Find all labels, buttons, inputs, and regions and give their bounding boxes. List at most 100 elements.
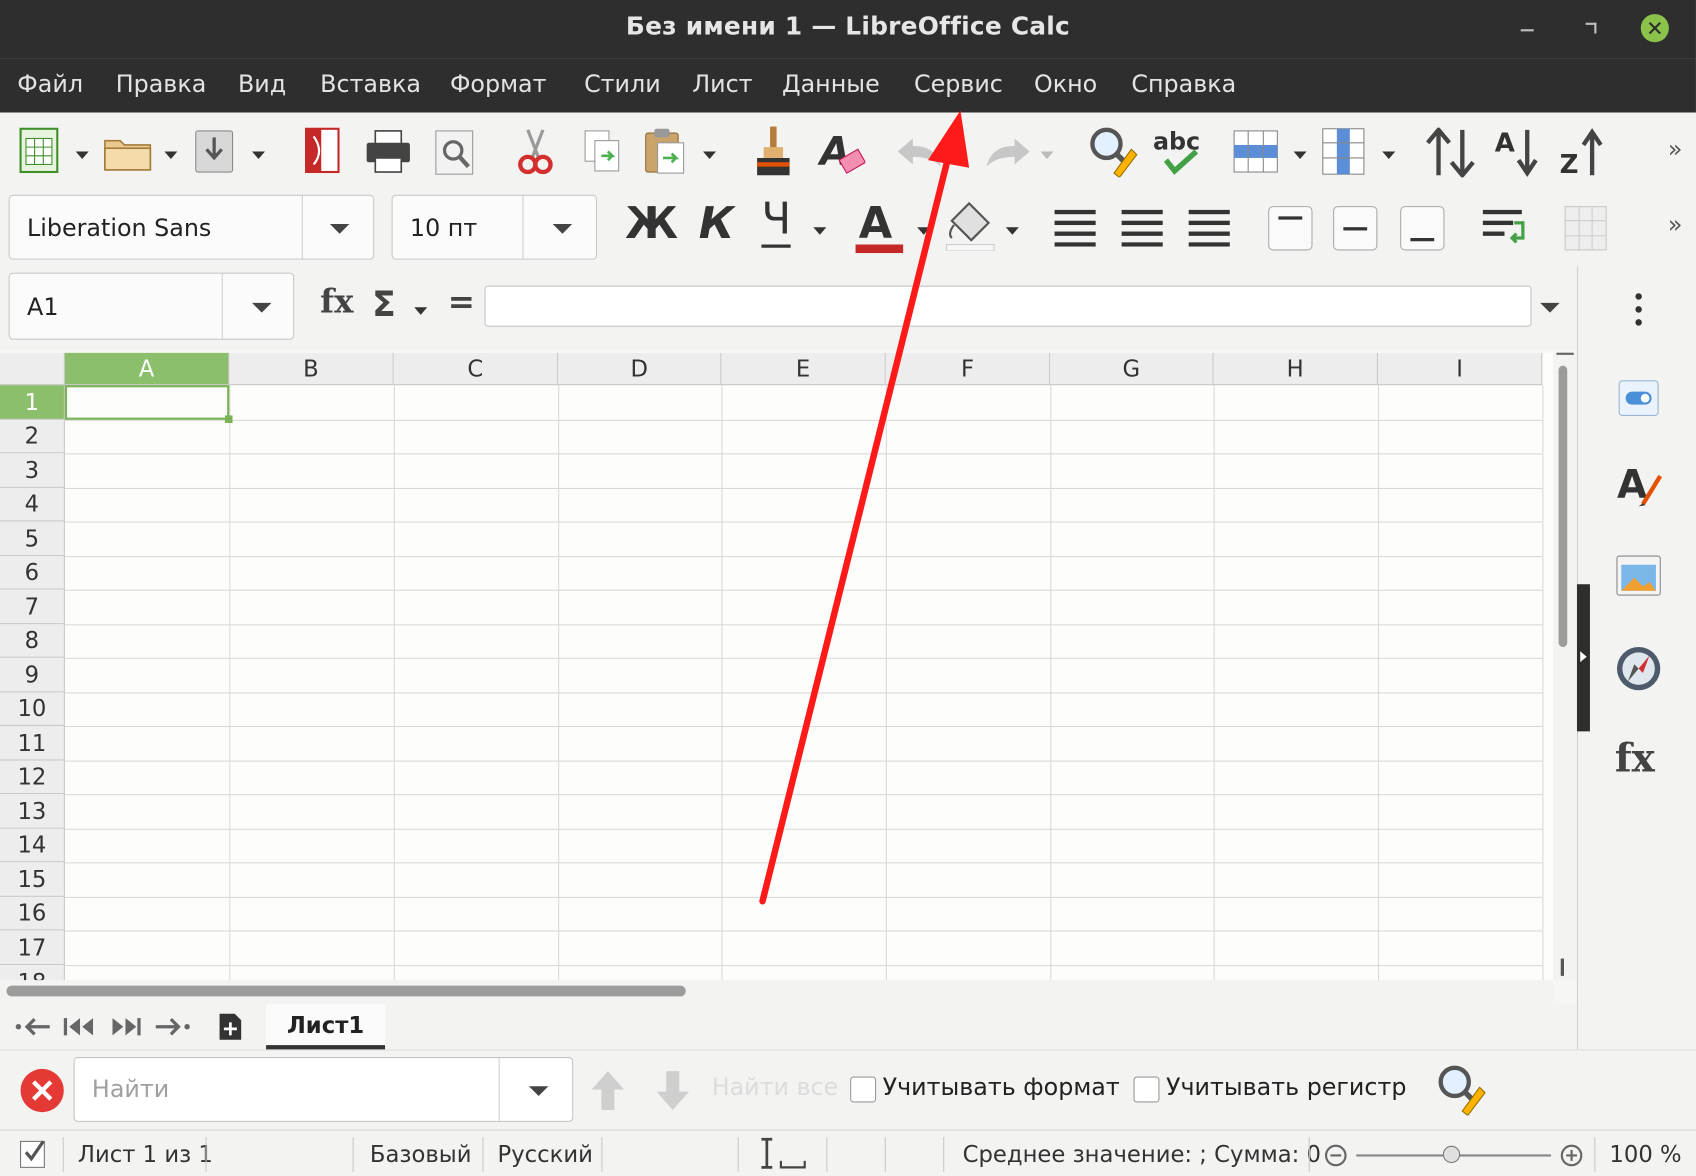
selection-summary[interactable]: Среднее значение: ; Сумма: 0 bbox=[963, 1141, 1321, 1167]
add-sheet-icon[interactable] bbox=[218, 1013, 242, 1041]
column-header-b[interactable]: B bbox=[229, 352, 394, 386]
row-header-11[interactable]: 11 bbox=[0, 725, 65, 761]
copy-icon[interactable] bbox=[584, 130, 621, 173]
clear-formatting-icon[interactable]: A bbox=[818, 130, 866, 175]
spreadsheet-grid[interactable]: A B C D E F G H I 1 2 3 4 5 6 7 8 9 10 1… bbox=[0, 352, 1554, 981]
zoom-in-icon[interactable] bbox=[1560, 1144, 1584, 1168]
row-header-4[interactable]: 4 bbox=[0, 487, 65, 522]
redo-dropdown-arrow[interactable] bbox=[1040, 151, 1054, 160]
row-header-15[interactable]: 15 bbox=[0, 862, 65, 897]
sort-icon[interactable] bbox=[1426, 127, 1478, 178]
underline-button[interactable]: Ч bbox=[761, 195, 792, 248]
save-dropdown-arrow[interactable] bbox=[252, 151, 265, 160]
column-header-d[interactable]: D bbox=[558, 352, 722, 386]
font-name-dropdown-icon[interactable] bbox=[329, 223, 350, 234]
toolbar-overflow-icon[interactable]: » bbox=[1668, 136, 1683, 163]
formula-input[interactable] bbox=[484, 285, 1532, 327]
zoom-level[interactable]: 100 % bbox=[1609, 1141, 1681, 1167]
font-color-icon[interactable]: A bbox=[854, 199, 904, 254]
formatting-overflow-icon[interactable]: » bbox=[1668, 212, 1683, 239]
find-previous-icon[interactable] bbox=[591, 1070, 626, 1111]
merge-cells-icon[interactable] bbox=[1564, 206, 1607, 251]
underline-dropdown-arrow[interactable] bbox=[813, 227, 827, 235]
horizontal-scrollbar[interactable] bbox=[0, 980, 1554, 1005]
row-header-8[interactable]: 8 bbox=[0, 624, 65, 658]
page-style[interactable]: Базовый bbox=[370, 1141, 472, 1167]
maximize-icon[interactable] bbox=[1577, 15, 1605, 43]
menu-data[interactable]: Данные bbox=[782, 71, 880, 98]
align-top-icon[interactable] bbox=[1268, 206, 1313, 251]
column-header-f[interactable]: F bbox=[885, 352, 1051, 386]
selected-cell-a1[interactable] bbox=[64, 385, 233, 424]
cut-icon[interactable] bbox=[517, 128, 554, 176]
name-box-dropdown-icon[interactable] bbox=[252, 302, 272, 313]
gallery-icon[interactable] bbox=[1615, 554, 1663, 597]
wrap-text-icon[interactable] bbox=[1482, 208, 1530, 251]
row-header-14[interactable]: 14 bbox=[0, 828, 65, 863]
row-header-6[interactable]: 6 bbox=[0, 556, 65, 590]
row-header-2[interactable]: 2 bbox=[0, 419, 65, 454]
close-find-bar-icon[interactable] bbox=[19, 1068, 64, 1113]
menu-styles[interactable]: Стили bbox=[584, 71, 661, 98]
open-folder-icon[interactable] bbox=[104, 134, 152, 171]
find-all-button[interactable]: Найти все bbox=[712, 1074, 839, 1101]
column-header-i[interactable]: I bbox=[1377, 352, 1543, 386]
font-size-dropdown-icon[interactable] bbox=[552, 223, 573, 234]
row-icon[interactable] bbox=[1233, 130, 1278, 173]
center-vertically-icon[interactable] bbox=[1333, 206, 1378, 251]
menu-help[interactable]: Справка bbox=[1131, 71, 1236, 98]
row-header-18[interactable]: 18 bbox=[0, 965, 65, 981]
sidebar-collapse-handle[interactable] bbox=[1576, 584, 1590, 732]
horizontal-scroll-thumb[interactable] bbox=[6, 985, 686, 997]
zoom-slider-thumb[interactable] bbox=[1442, 1145, 1461, 1164]
italic-button[interactable]: К bbox=[699, 199, 734, 249]
undo-icon[interactable] bbox=[896, 136, 944, 168]
language-status[interactable]: Русский bbox=[498, 1141, 593, 1167]
menu-insert[interactable]: Вставка bbox=[320, 71, 421, 98]
save-icon[interactable] bbox=[195, 130, 234, 173]
menu-sheet[interactable]: Лист bbox=[692, 71, 752, 98]
find-replace-icon[interactable] bbox=[1088, 126, 1138, 178]
undo-dropdown-arrow[interactable] bbox=[951, 151, 965, 160]
clone-formatting-icon[interactable] bbox=[751, 126, 794, 178]
column-header-e[interactable]: E bbox=[721, 352, 886, 386]
sidebar-menu-icon[interactable] bbox=[1634, 292, 1643, 327]
scroll-last-sheet-icon[interactable] bbox=[154, 1015, 191, 1039]
functions-icon[interactable]: fx bbox=[1615, 736, 1655, 781]
menu-view[interactable]: Вид bbox=[238, 71, 286, 98]
export-pdf-icon[interactable] bbox=[305, 127, 340, 174]
navigator-icon[interactable] bbox=[1615, 645, 1663, 693]
redo-icon[interactable] bbox=[984, 136, 1032, 168]
align-bottom-icon[interactable] bbox=[1400, 206, 1445, 251]
find-input[interactable]: Найти bbox=[73, 1057, 574, 1122]
new-spreadsheet-icon[interactable] bbox=[19, 127, 59, 174]
menu-edit[interactable]: Правка bbox=[116, 71, 207, 98]
row-header-10[interactable]: 10 bbox=[0, 692, 65, 726]
sheet-position[interactable]: Лист 1 из 1 bbox=[78, 1141, 213, 1167]
vertical-scroll-thumb[interactable] bbox=[1558, 365, 1568, 647]
align-left-icon[interactable] bbox=[1053, 208, 1096, 247]
sum-dropdown-arrow[interactable] bbox=[414, 307, 428, 315]
menu-window[interactable]: Окно bbox=[1034, 71, 1097, 98]
scroll-next-sheet-icon[interactable] bbox=[108, 1015, 143, 1039]
row-header-9[interactable]: 9 bbox=[0, 657, 65, 693]
column-header-c[interactable]: C bbox=[393, 352, 559, 386]
minimize-icon[interactable] bbox=[1514, 15, 1542, 43]
row-header-13[interactable]: 13 bbox=[0, 794, 65, 829]
column-dropdown-arrow[interactable] bbox=[1382, 151, 1396, 160]
row-header-12[interactable]: 12 bbox=[0, 760, 65, 795]
highlighting-dropdown-arrow[interactable] bbox=[1005, 227, 1019, 235]
menu-format[interactable]: Формат bbox=[450, 71, 547, 98]
menu-file[interactable]: Файл bbox=[17, 71, 83, 98]
scroll-first-sheet-icon[interactable] bbox=[15, 1015, 52, 1039]
row-dropdown-arrow[interactable] bbox=[1293, 151, 1307, 160]
menu-tools[interactable]: Сервис bbox=[914, 71, 1003, 98]
match-format-checkbox[interactable] bbox=[850, 1076, 877, 1103]
vertical-scrollbar[interactable] bbox=[1553, 352, 1577, 981]
print-icon[interactable] bbox=[366, 130, 411, 173]
select-all-corner[interactable] bbox=[0, 352, 65, 386]
row-header-3[interactable]: 3 bbox=[0, 453, 65, 488]
styles-icon[interactable]: A bbox=[1615, 461, 1665, 509]
sort-ascending-icon[interactable]: A bbox=[1495, 128, 1547, 178]
column-header-a[interactable]: A bbox=[64, 352, 230, 386]
